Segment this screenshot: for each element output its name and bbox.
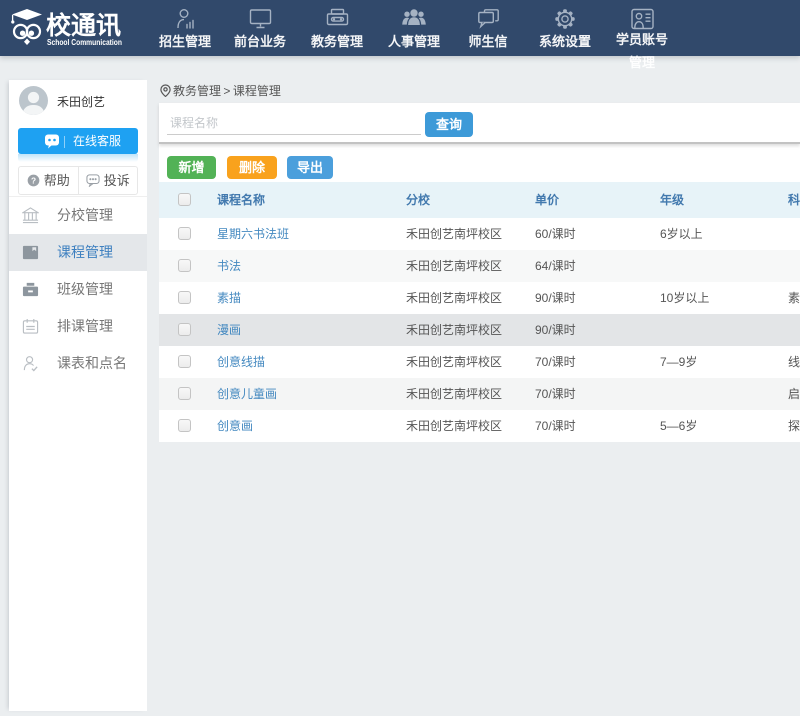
svg-text:?: ?	[31, 175, 36, 185]
